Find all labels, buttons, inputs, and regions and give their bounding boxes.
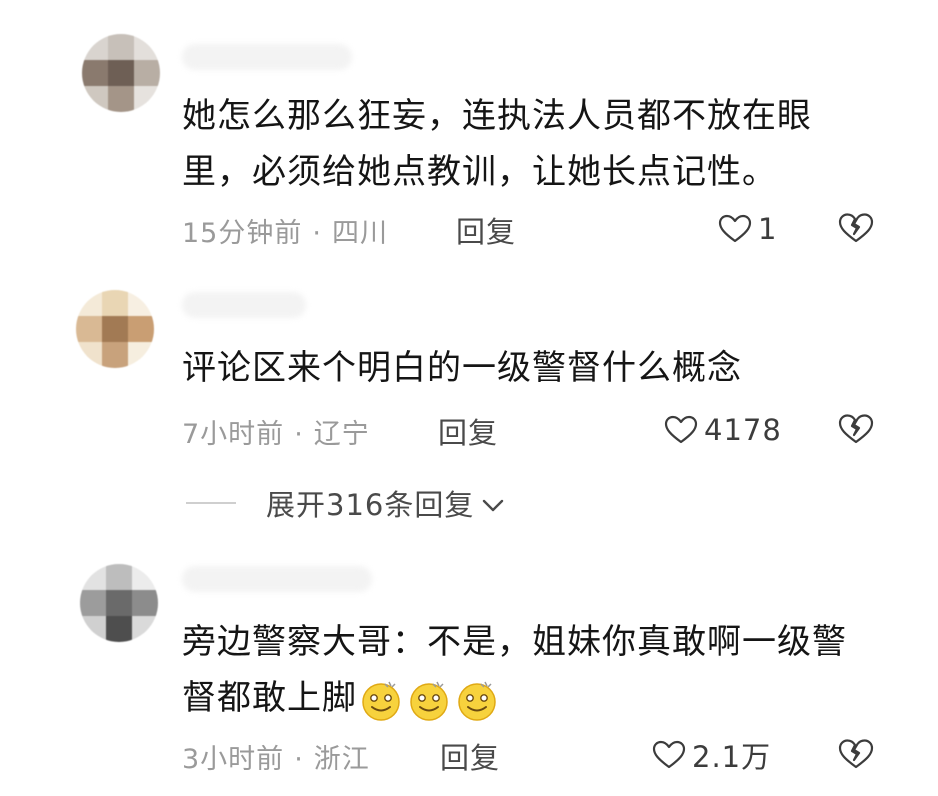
comment-text-body: 旁边警察大哥：不是，姐妹你真敢啊一级警督都敢上脚 xyxy=(182,622,847,718)
dislike-button[interactable] xyxy=(838,738,874,772)
comment-region: 辽宁 xyxy=(313,419,370,450)
like-count: 4178 xyxy=(704,413,782,447)
meta-separator: · xyxy=(312,218,322,249)
expand-divider xyxy=(186,502,236,504)
comment-text: 她怎么那么狂妄，连执法人员都不放在眼里，必须给她点教训，让她长点记性。 xyxy=(182,96,812,192)
comment-region: 浙江 xyxy=(313,744,370,775)
comment-text: 旁边警察大哥：不是，姐妹你真敢啊一级警督都敢上脚 xyxy=(182,614,872,726)
comment-meta: 3小时前 · 浙江 xyxy=(182,737,370,776)
heart-icon xyxy=(664,415,698,445)
comment-text: 评论区来个明白的一级警督什么概念 xyxy=(182,348,742,388)
dizzy-smile-emoji-icon xyxy=(359,678,403,722)
meta-separator: · xyxy=(294,744,304,775)
broken-heart-icon xyxy=(838,738,874,770)
emoji-group xyxy=(359,678,499,722)
heart-icon xyxy=(652,740,686,770)
like-count: 1 xyxy=(758,212,778,246)
comment-region: 四川 xyxy=(331,218,388,249)
avatar[interactable] xyxy=(80,564,158,642)
comment-time: 7小时前 xyxy=(182,419,285,450)
broken-heart-icon xyxy=(838,212,874,244)
username-blurred[interactable] xyxy=(182,292,306,318)
dislike-button[interactable] xyxy=(838,212,874,246)
comment-time: 3小时前 xyxy=(182,744,285,775)
like-button[interactable]: 1 xyxy=(718,212,777,246)
reply-button[interactable]: 回复 xyxy=(438,410,498,452)
username-blurred[interactable] xyxy=(182,44,352,70)
reply-button[interactable]: 回复 xyxy=(440,735,500,777)
dizzy-smile-emoji-icon xyxy=(407,678,451,722)
comment-meta: 15分钟前 · 四川 xyxy=(182,211,388,250)
avatar[interactable] xyxy=(76,290,154,368)
meta-separator: · xyxy=(294,419,304,450)
expand-replies-label: 展开316条回复 xyxy=(266,488,475,522)
like-button[interactable]: 2.1万 xyxy=(652,738,771,774)
dizzy-smile-emoji-icon xyxy=(455,678,499,722)
expand-replies-button[interactable]: 展开316条回复 xyxy=(186,482,504,524)
like-button[interactable]: 4178 xyxy=(664,413,782,447)
comment-meta: 7小时前 · 辽宁 xyxy=(182,412,370,451)
comment-time: 15分钟前 xyxy=(182,218,303,249)
heart-icon xyxy=(718,214,752,244)
chevron-down-icon xyxy=(482,486,504,520)
broken-heart-icon xyxy=(838,413,874,445)
username-blurred[interactable] xyxy=(182,566,372,592)
like-count: 2.1万 xyxy=(692,740,772,774)
dislike-button[interactable] xyxy=(838,413,874,447)
avatar[interactable] xyxy=(82,34,160,112)
reply-button[interactable]: 回复 xyxy=(456,209,516,251)
